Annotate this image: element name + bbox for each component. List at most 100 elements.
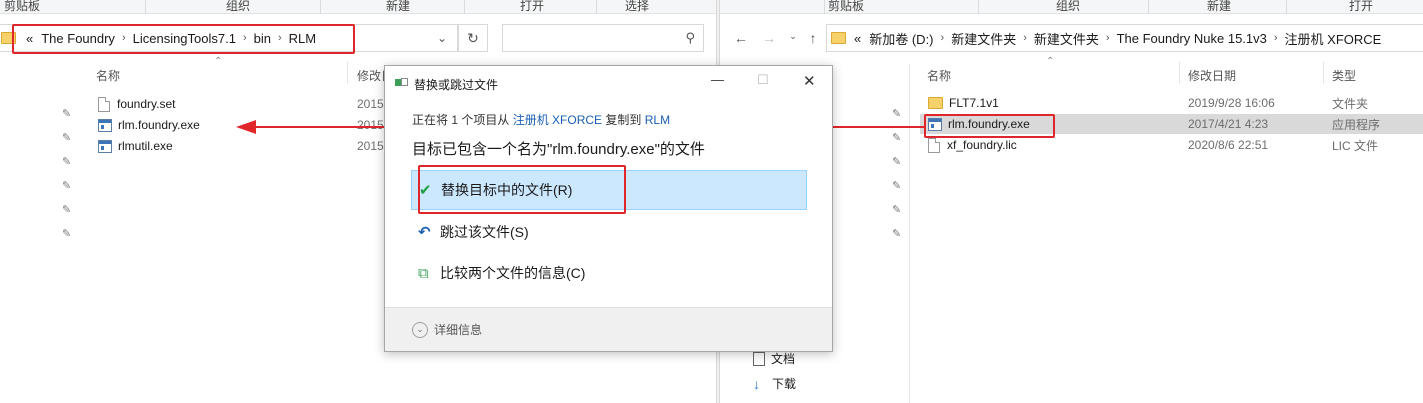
destination-folder-link[interactable]: RLM — [645, 113, 670, 127]
nav-item-documents[interactable]: 文档 — [753, 350, 795, 367]
ribbon-clipboard[interactable]: 剪贴板 — [4, 0, 40, 14]
pin-icon[interactable]: ✎ — [892, 227, 901, 240]
file-date: 2017/4/21 4:23 — [1188, 117, 1269, 131]
file-icon — [98, 96, 110, 112]
refresh-button[interactable]: ↻ — [458, 24, 488, 52]
close-icon: ✕ — [803, 73, 816, 90]
file-date: 2015 — [357, 97, 384, 111]
ribbon-select[interactable]: 选择 — [625, 0, 649, 14]
breadcrumb-drive[interactable]: 新加卷 (D:) — [869, 29, 933, 48]
highlight-replace-option — [418, 165, 626, 214]
copy-status-prefix: 正在将 1 个项目从 — [412, 113, 510, 127]
pin-icon[interactable]: ✎ — [62, 227, 71, 240]
file-name: FLT7.1v1 — [949, 96, 999, 110]
document-icon — [753, 351, 765, 366]
close-button[interactable]: ✕ — [803, 72, 816, 90]
compare-icon: ⧉ — [418, 264, 429, 282]
chevron-down-icon: ⌄ — [412, 321, 428, 338]
chevron-down-icon: ⌄ — [789, 30, 797, 41]
chevron-down-icon[interactable]: ⌄ — [437, 31, 447, 45]
pin-icon[interactable]: ✎ — [892, 155, 901, 168]
breadcrumb-folder-2[interactable]: 新建文件夹 — [1034, 29, 1099, 48]
pin-icon[interactable]: ✎ — [62, 179, 71, 192]
skip-icon: ↶ — [418, 224, 431, 241]
highlight-source-file — [924, 114, 1055, 138]
minimize-button[interactable]: — — [711, 72, 724, 87]
file-date: 2019/9/28 16:06 — [1188, 96, 1275, 110]
dialog-title: 替换或跳过文件 — [414, 78, 499, 92]
pin-icon[interactable]: ✎ — [62, 155, 71, 168]
source-folder-link[interactable]: 注册机 XFORCE — [513, 113, 602, 127]
ribbon-group-labels: 剪贴板 组织 新建 打开 — [720, 0, 1423, 14]
ribbon-organize[interactable]: 组织 — [226, 0, 250, 14]
arrow-up-icon: ↑ — [809, 30, 817, 46]
chevron-right-icon: › — [940, 32, 945, 44]
compare-files-option[interactable]: ⧉ 比较两个文件的信息(C) — [411, 253, 807, 293]
ribbon-organize[interactable]: 组织 — [1056, 0, 1080, 14]
option-label: 比较两个文件的信息(C) — [440, 265, 586, 281]
copy-files-icon — [395, 76, 409, 88]
copy-status-line: 正在将 1 个项目从 注册机 XFORCE 复制到 RLM — [412, 111, 670, 128]
minimize-icon: — — [711, 72, 724, 87]
file-row[interactable]: rlmutil.exe 2015 — [98, 136, 398, 156]
nav-item-downloads[interactable]: ↓ 下载 — [753, 375, 796, 392]
copy-status-mid: 复制到 — [605, 113, 642, 127]
folder-icon — [928, 97, 943, 109]
file-row[interactable]: FLT7.1v1 2019/9/28 16:06 文件夹 — [928, 93, 1423, 113]
file-name: rlmutil.exe — [118, 139, 173, 153]
conflict-heading: 目标已包含一个名为"rlm.foundry.exe"的文件 — [412, 141, 705, 158]
highlight-left-path — [12, 24, 355, 54]
skip-file-option[interactable]: ↶ 跳过该文件(S) — [411, 212, 807, 252]
chevron-right-icon: › — [1273, 32, 1278, 44]
up-button[interactable]: ↑ — [798, 24, 828, 52]
file-row[interactable]: xf_foundry.lic 2020/8/6 22:51 LIC 文件 — [928, 135, 1423, 155]
file-date: 2020/8/6 22:51 — [1188, 138, 1269, 152]
pin-icon[interactable]: ✎ — [892, 179, 901, 192]
address-bar[interactable]: « 新加卷 (D:) › 新建文件夹 › 新建文件夹 › The Foundry… — [826, 24, 1423, 52]
file-name: xf_foundry.lic — [947, 138, 1017, 152]
pin-icon[interactable]: ✎ — [62, 203, 71, 216]
pin-icon[interactable]: ✎ — [62, 131, 71, 144]
breadcrumb-folder-1[interactable]: 新建文件夹 — [951, 29, 1016, 48]
breadcrumb-nuke[interactable]: The Foundry Nuke 15.1v3 — [1117, 31, 1267, 46]
back-button[interactable]: ← — [726, 24, 756, 52]
file-name: foundry.set — [117, 97, 176, 111]
more-details-label: 详细信息 — [434, 323, 483, 337]
search-icon: ⚲ — [685, 30, 695, 45]
nav-item-label: 文档 — [771, 352, 796, 366]
ribbon-open[interactable]: 打开 — [1349, 0, 1373, 14]
file-name: rlm.foundry.exe — [118, 118, 200, 132]
chevron-right-icon: › — [1105, 32, 1110, 44]
file-row[interactable]: foundry.set 2015 — [98, 94, 398, 114]
nav-item-label: 下载 — [772, 377, 797, 391]
column-name[interactable]: 名称 — [96, 67, 120, 84]
exe-icon — [98, 118, 112, 132]
pin-icon[interactable]: ✎ — [892, 203, 901, 216]
folder-icon — [831, 32, 846, 44]
refresh-icon: ↻ — [467, 29, 479, 46]
file-icon — [928, 137, 940, 153]
maximize-button[interactable]: ☐ — [757, 72, 769, 88]
download-icon: ↓ — [753, 375, 760, 392]
column-type[interactable]: 类型 — [1332, 67, 1356, 84]
pin-icon[interactable]: ✎ — [62, 107, 71, 120]
sort-up-icon: ⌃ — [214, 56, 223, 67]
ribbon-new[interactable]: 新建 — [386, 0, 410, 14]
breadcrumb-xforce[interactable]: 注册机 XFORCE — [1285, 29, 1382, 48]
more-details-toggle[interactable]: ⌄ 详细信息 — [412, 321, 482, 338]
file-type: 文件夹 — [1332, 96, 1369, 111]
ribbon-open[interactable]: 打开 — [520, 0, 544, 14]
sort-up-icon: ⌃ — [1046, 56, 1055, 67]
file-type: 应用程序 — [1332, 117, 1381, 132]
file-type: LIC 文件 — [1332, 138, 1379, 153]
ribbon-new[interactable]: 新建 — [1207, 0, 1231, 14]
file-date: 2015 — [357, 139, 384, 153]
search-input[interactable]: ⚲ — [502, 24, 704, 52]
column-modified[interactable]: 修改日期 — [1188, 67, 1236, 84]
ribbon-clipboard[interactable]: 剪贴板 — [828, 0, 864, 14]
dialog-footer: ⌄ 详细信息 — [385, 307, 832, 351]
ribbon-group-labels: 剪贴板 组织 新建 打开 选择 — [0, 0, 718, 14]
breadcrumb-overflow[interactable]: « — [854, 31, 861, 46]
option-label: 跳过该文件(S) — [440, 224, 529, 240]
column-name[interactable]: 名称 — [927, 67, 951, 84]
